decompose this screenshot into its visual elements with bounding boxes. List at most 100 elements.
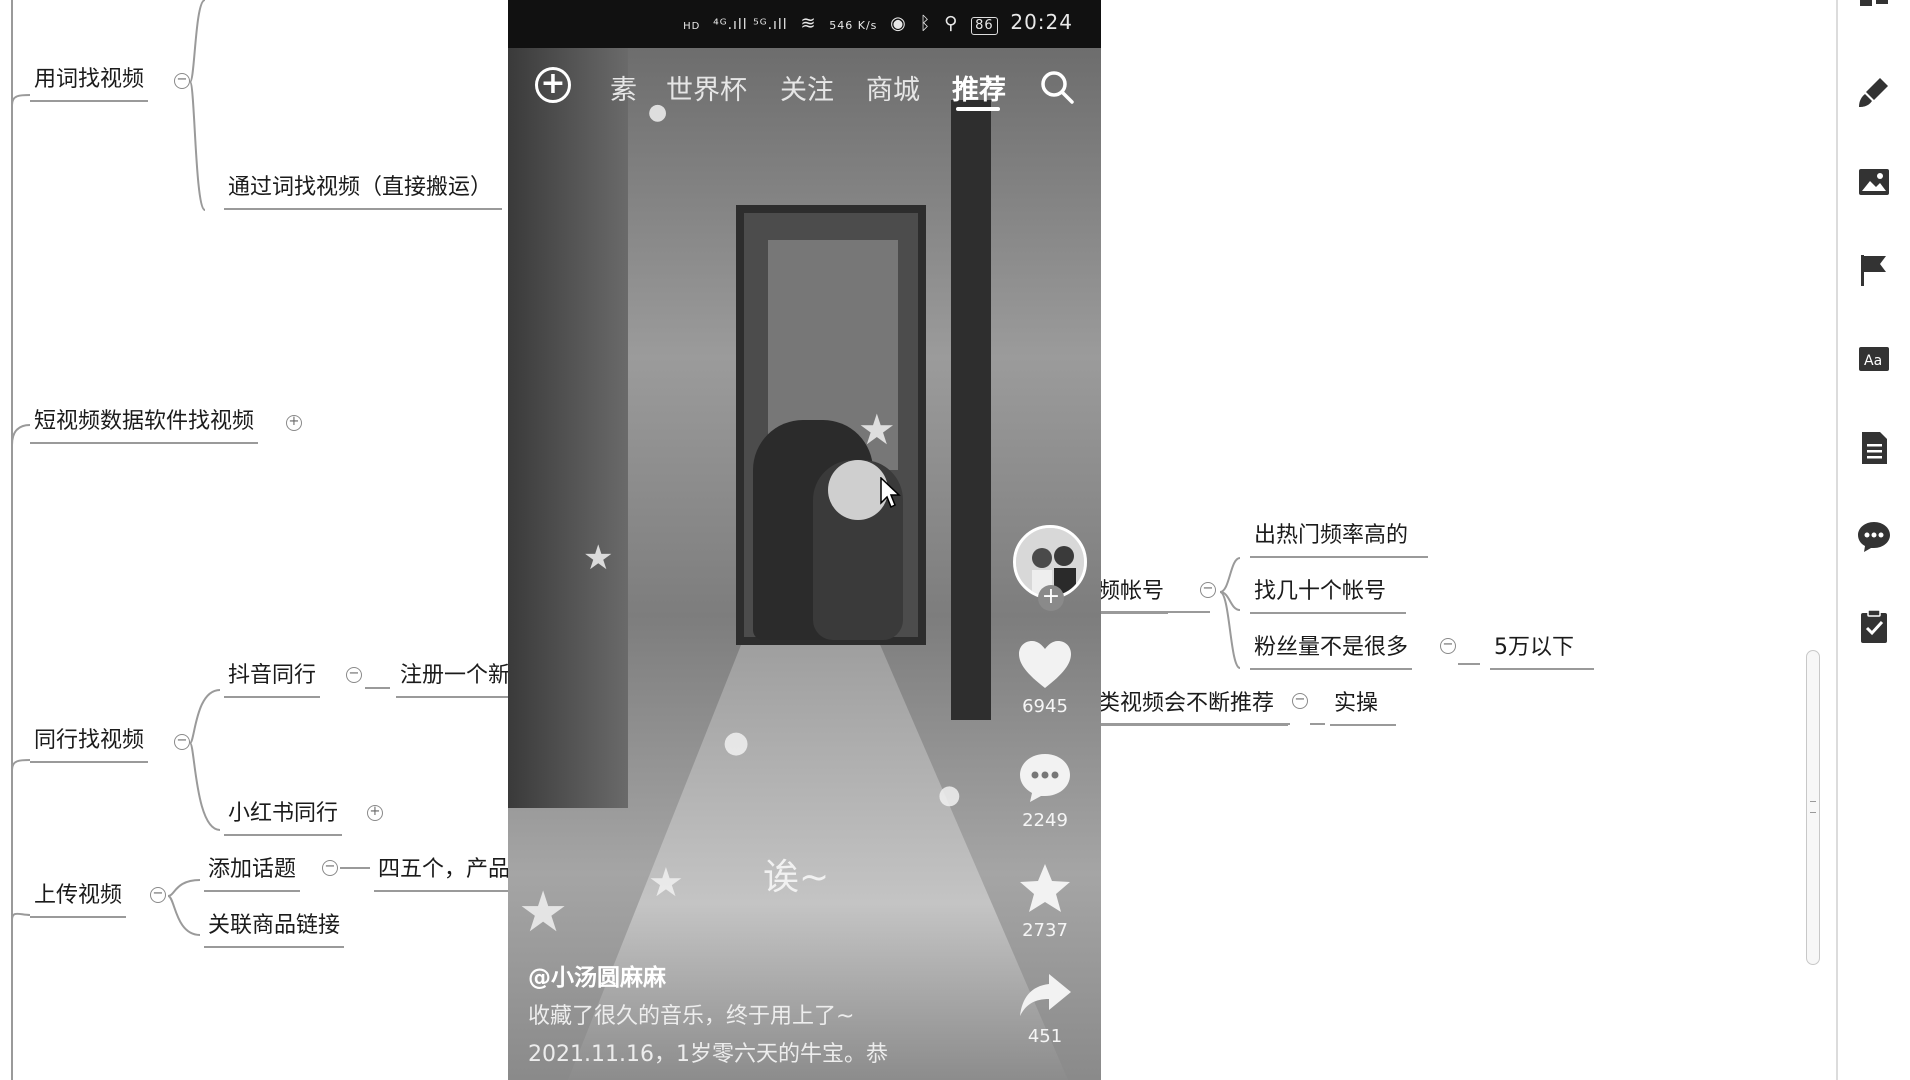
net-speed: 546 K/s (829, 19, 878, 32)
collapse-toggle-icon[interactable]: − (346, 667, 362, 683)
video-subtitle: 诶~ (763, 857, 830, 898)
mm-node-xiaohongshu-peers[interactable]: 小红书同行 (224, 800, 343, 836)
video-wall-left (508, 48, 628, 808)
mm-node-label: 添加话题 (204, 856, 301, 892)
collapse-toggle-icon[interactable]: − (174, 73, 190, 89)
add-icon[interactable]: + (535, 67, 571, 103)
wifi-icon: ≋ (800, 13, 817, 34)
expand-toggle-icon[interactable]: + (367, 805, 383, 821)
mm-node-add-topic[interactable]: 添加话题 (204, 856, 301, 892)
mm-node-practice[interactable]: 实操 (1330, 690, 1397, 726)
image-icon[interactable] (1856, 164, 1892, 200)
mm-node-label: 实操 (1330, 690, 1397, 726)
sparkle-icon: ★ (583, 538, 614, 578)
bluetooth-icon: ᛒ (919, 13, 932, 34)
scrollbar-grip-icon (1810, 801, 1816, 813)
mm-node-label: 出热门频率高的 (1250, 522, 1429, 558)
star-icon (1020, 864, 1070, 912)
collapse-toggle-icon[interactable]: − (1200, 582, 1216, 598)
vertical-scrollbar[interactable] (1806, 650, 1820, 965)
mm-node-find-by-words[interactable]: 用词找视频 (30, 66, 149, 102)
mm-node-recommend-partial[interactable]: 类视频会不断推荐 (1094, 690, 1289, 726)
collapse-toggle-icon[interactable]: − (322, 860, 338, 876)
document-icon[interactable] (1856, 430, 1892, 466)
tab-partial[interactable]: 素 (610, 68, 637, 107)
status-time: 20:24 (1010, 10, 1073, 34)
mouse-cursor-icon (880, 477, 901, 509)
tab-world-cup[interactable]: 世界杯 (666, 68, 747, 107)
collapse-toggle-icon[interactable]: − (174, 734, 190, 750)
mm-node-account-partial[interactable]: 频帐号 (1094, 578, 1169, 614)
mm-node-label: 上传视频 (30, 882, 127, 918)
share-count: 451 (1027, 1026, 1063, 1047)
mm-node-label: 抖音同行 (224, 662, 321, 698)
mm-node-label: 类视频会不断推荐 (1094, 690, 1289, 726)
active-tab-indicator (956, 107, 1000, 111)
mm-node-four-five[interactable]: 四五个，产品 (374, 856, 515, 892)
comment-icon[interactable] (1856, 518, 1892, 554)
mm-node-few-fans[interactable]: 粉丝量不是很多 (1250, 634, 1413, 670)
expand-toggle-icon[interactable]: + (286, 415, 302, 431)
mm-node-label: 用词找视频 (30, 66, 149, 102)
sparkle-icon: ★ (648, 860, 684, 906)
mm-node-register-new[interactable]: 注册一个新 (396, 662, 515, 698)
mm-node-label: 粉丝量不是很多 (1250, 634, 1413, 670)
top-nav: + 素 世界杯 关注 商城 推荐 (508, 58, 1101, 114)
mm-node-label: 5万以下 (1490, 634, 1594, 670)
mm-node-under-50k[interactable]: 5万以下 (1490, 634, 1594, 670)
eye-icon: ◉ (890, 13, 907, 34)
search-icon[interactable] (1038, 68, 1076, 106)
like-action[interactable]: 6945 (1007, 640, 1083, 717)
comment-count: 2249 (1022, 810, 1068, 831)
favorite-action[interactable]: 2737 (1007, 862, 1083, 941)
mm-node-label: 频帐号 (1094, 578, 1169, 614)
tab-mall[interactable]: 商城 (866, 68, 920, 107)
battery-icon: 86 (971, 17, 998, 35)
like-count: 6945 (1022, 696, 1068, 717)
layout-icon[interactable] (1856, 0, 1892, 26)
video-wall-right (951, 100, 991, 720)
signal-icon: ⁴ᴳ.ıll ⁵ᴳ.ıll (713, 17, 788, 33)
brush-icon[interactable] (1856, 74, 1892, 110)
mm-node-label: 小红书同行 (224, 800, 343, 836)
share-arrow-icon (1020, 974, 1071, 1016)
mm-node-label: 四五个，产品 (374, 856, 515, 892)
phone-screen: ★ ★ ★ ★ ● ● ● HD ⁴ᴳ.ıll ⁵ᴳ.ıll ≋ 546 K/s… (508, 0, 1101, 1080)
tab-following[interactable]: 关注 (780, 68, 834, 107)
mm-node-label: 短视频数据软件找视频 (30, 408, 259, 444)
flag-icon[interactable] (1856, 252, 1892, 288)
collapse-toggle-icon[interactable]: − (1440, 638, 1456, 654)
status-bar: HD ⁴ᴳ.ıll ⁵ᴳ.ıll ≋ 546 K/s ◉ ᛒ ⚲ 86 20:2… (508, 0, 1101, 48)
mm-node-label: 关联商品链接 (204, 912, 345, 948)
location-icon: ⚲ (944, 13, 959, 34)
sparkle-icon: ● (938, 780, 961, 810)
tab-recommend[interactable]: 推荐 (952, 68, 1006, 107)
mm-node-label: 注册一个新 (396, 662, 515, 698)
video-child-face (828, 460, 888, 520)
mm-node-douyin-peers[interactable]: 抖音同行 (224, 662, 321, 698)
mm-node-link-goods[interactable]: 关联商品链接 (204, 912, 345, 948)
text-style-icon[interactable]: Aa (1856, 342, 1892, 378)
mm-node-label: 通过词找视频（直接搬运） (224, 174, 503, 210)
mm-node-find-by-words-direct[interactable]: 通过词找视频（直接搬运） (224, 174, 503, 210)
mm-node-hot-rate[interactable]: 出热门频率高的 (1250, 522, 1429, 558)
share-action[interactable]: 451 (1007, 970, 1083, 1047)
mm-node-peer-find[interactable]: 同行找视频 (30, 727, 149, 763)
right-toolbar: Aa (1836, 0, 1910, 1080)
collapse-toggle-icon[interactable]: − (150, 887, 166, 903)
sparkle-icon: ★ (518, 880, 569, 945)
author-handle[interactable]: @小汤圆麻麻 (528, 958, 666, 992)
mm-node-label: 同行找视频 (30, 727, 149, 763)
collapse-toggle-icon[interactable]: − (1292, 693, 1308, 709)
sparkle-icon: ● (723, 725, 750, 760)
mm-node-upload-video[interactable]: 上传视频 (30, 882, 127, 918)
mm-node-several-accounts[interactable]: 找几十个帐号 (1250, 578, 1407, 614)
comment-action[interactable]: 2249 (1007, 752, 1083, 831)
video-description[interactable]: 收藏了很久的音乐，终于用上了~ 2021.11.16，1岁零六天的牛宝。恭 (528, 998, 948, 1074)
favorite-count: 2737 (1022, 920, 1068, 941)
clipboard-icon[interactable] (1856, 608, 1892, 644)
mm-node-label: 找几十个帐号 (1250, 578, 1407, 614)
mm-node-data-software[interactable]: 短视频数据软件找视频 (30, 408, 259, 444)
svg-text:Aa: Aa (1864, 353, 1882, 369)
follow-plus-icon[interactable]: + (1038, 585, 1064, 611)
